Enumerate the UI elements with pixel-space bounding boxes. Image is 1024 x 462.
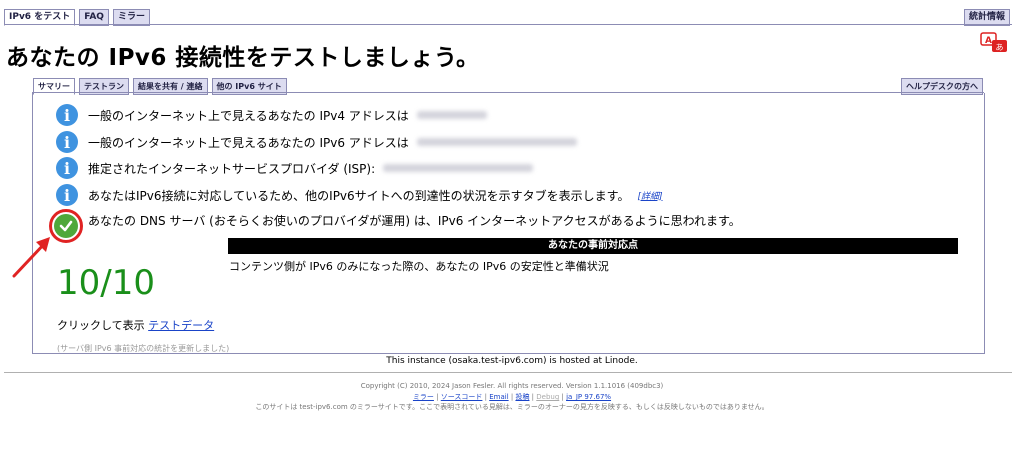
info-icon: i bbox=[56, 104, 78, 126]
dns-row: あなたの DNS サーバ (おそらくお使いのプロバイダが運用) は、IPv6 イ… bbox=[88, 212, 741, 229]
readiness-description: コンテンツ側が IPv6 のみになった際の、あなたの IPv6 の安定性と準備状… bbox=[229, 260, 609, 273]
ipv4-label: 一般のインターネット上で見えるあなたの IPv4 アドレスは bbox=[88, 108, 409, 123]
test-data-link[interactable]: テストデータ bbox=[148, 319, 214, 332]
footer-debug-link[interactable]: Debug bbox=[536, 393, 559, 401]
red-arrow-icon bbox=[12, 237, 50, 278]
info-icon: i bbox=[56, 184, 78, 206]
isp-name-blurred bbox=[383, 164, 534, 172]
footer-source-link[interactable]: ソースコード bbox=[441, 393, 483, 401]
readiness-score: 10/10 bbox=[57, 263, 155, 303]
footer-divider bbox=[4, 372, 1012, 373]
footer-post-link[interactable]: 投稿 bbox=[515, 393, 529, 401]
check-icon bbox=[54, 214, 78, 238]
check-icon-highlight bbox=[49, 209, 83, 243]
dns-label: あなたの DNS サーバ (おそらくお使いのプロバイダが運用) は、IPv6 イ… bbox=[88, 214, 741, 228]
detail-link[interactable]: [詳細] bbox=[637, 189, 662, 202]
ipv4-address-blurred bbox=[416, 111, 487, 119]
readiness-header: あなたの事前対応点 bbox=[228, 238, 958, 254]
footer-locale-link[interactable]: ja_JP 97.67% bbox=[566, 393, 611, 401]
svg-text:あ: あ bbox=[996, 43, 1004, 52]
click-show: クリックして表示 テストデータ bbox=[57, 317, 214, 333]
footer-links: ミラー | ソースコード | Email | 投稿 | Debug | ja_J… bbox=[412, 393, 612, 401]
info-icon: i bbox=[56, 157, 78, 179]
ipv6-address-blurred bbox=[416, 138, 577, 146]
isp-row: i 推定されたインターネットサービスプロバイダ (ISP): bbox=[56, 157, 534, 179]
updated-note: (サーバ側 IPv6 事前対応の統計を更新しました) bbox=[57, 344, 230, 353]
ipv6-row: i 一般のインターネット上で見えるあなたの IPv6 アドレスは bbox=[56, 131, 577, 153]
page-title: あなたの IPv6 接続性をテストしましょう。 bbox=[6, 45, 480, 71]
isp-label: 推定されたインターネットサービスプロバイダ (ISP): bbox=[88, 161, 376, 176]
language-icon[interactable]: A あ bbox=[980, 32, 1010, 54]
ipv6-tabs-row: i あなたはIPv6接続に対応しているため、他のIPv6サイトへの到達性の状況を… bbox=[56, 184, 663, 206]
info-icon: i bbox=[56, 131, 78, 153]
ipv6-tabs-label: あなたはIPv6接続に対応しているため、他のIPv6サイトへの到達性の状況を示す… bbox=[88, 188, 630, 203]
footer-copyright: Copyright (C) 2010, 2024 Jason Fesler. A… bbox=[360, 382, 664, 390]
hosted-note: This instance (osaka.test-ipv6.com) is h… bbox=[386, 356, 638, 366]
ipv4-row: i 一般のインターネット上で見えるあなたの IPv4 アドレスは bbox=[56, 104, 487, 126]
svg-text:A: A bbox=[985, 36, 992, 46]
tab-divider bbox=[4, 24, 1012, 25]
click-show-label: クリックして表示 bbox=[57, 319, 145, 332]
footer-email-link[interactable]: Email bbox=[489, 393, 508, 401]
footer-mirror-link[interactable]: ミラー bbox=[413, 393, 434, 401]
footer-mirror-note: このサイトは test-ipv6.com のミラーサイトです。ここで表明されてい… bbox=[255, 403, 769, 411]
ipv6-label: 一般のインターネット上で見えるあなたの IPv6 アドレスは bbox=[88, 135, 409, 150]
